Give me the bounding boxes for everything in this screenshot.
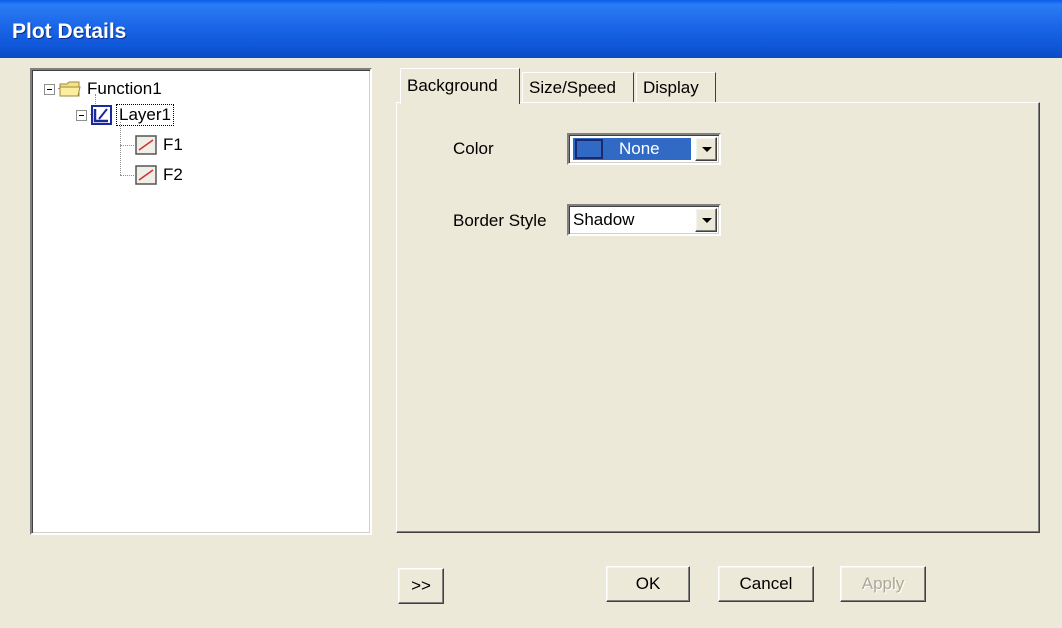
tab-display[interactable]: Display xyxy=(636,72,716,102)
folder-icon xyxy=(59,81,81,97)
dropdown-button[interactable] xyxy=(695,137,717,161)
tree-connector xyxy=(120,145,134,146)
title-bar[interactable]: Plot Details xyxy=(0,0,1062,58)
tree-node-layer1[interactable]: Layer1 xyxy=(76,104,174,126)
border-style-select[interactable]: Shadow xyxy=(567,204,721,236)
cancel-button[interactable]: Cancel xyxy=(718,566,814,602)
tab-label: Display xyxy=(643,78,699,97)
tree-node-f2[interactable]: F2 xyxy=(135,164,185,186)
tree-label-f2: F2 xyxy=(163,165,183,184)
plot-icon xyxy=(135,165,157,185)
tree-connector xyxy=(120,175,134,176)
color-select[interactable]: None xyxy=(567,133,721,165)
tree-node-f1[interactable]: F1 xyxy=(135,134,185,156)
collapse-icon[interactable] xyxy=(44,83,55,95)
expand-button[interactable]: >> xyxy=(398,568,444,604)
chevron-down-icon xyxy=(702,218,712,223)
tab-label: Size/Speed xyxy=(529,78,616,97)
ok-button[interactable]: OK xyxy=(606,566,690,602)
apply-button[interactable]: Apply xyxy=(840,566,926,602)
tree-label-layer1: Layer1 xyxy=(116,104,174,126)
background-tab-panel: Color None Border Style Shadow xyxy=(396,102,1040,533)
chevron-down-icon xyxy=(702,147,712,152)
dropdown-button[interactable] xyxy=(695,208,717,232)
collapse-icon[interactable] xyxy=(76,109,87,121)
window-title: Plot Details xyxy=(12,20,127,43)
layer-icon xyxy=(91,105,112,125)
tab-size-speed[interactable]: Size/Speed xyxy=(522,72,634,102)
color-select-value: None xyxy=(573,138,691,160)
tree-label-function1: Function1 xyxy=(87,79,162,98)
color-value-text: None xyxy=(619,139,660,158)
tab-label: Background xyxy=(407,76,498,95)
color-label: Color xyxy=(453,139,494,158)
tab-background[interactable]: Background xyxy=(400,68,520,104)
plot-tree[interactable]: Function1 Layer1 F1 F2 xyxy=(30,68,372,535)
tree-connector xyxy=(120,122,121,175)
tree-node-function1[interactable]: Function1 xyxy=(44,78,164,100)
color-swatch xyxy=(575,139,603,159)
plot-icon xyxy=(135,135,157,155)
border-style-label: Border Style xyxy=(453,211,547,230)
border-style-value: Shadow xyxy=(573,210,635,229)
tree-label-f1: F1 xyxy=(163,135,183,154)
